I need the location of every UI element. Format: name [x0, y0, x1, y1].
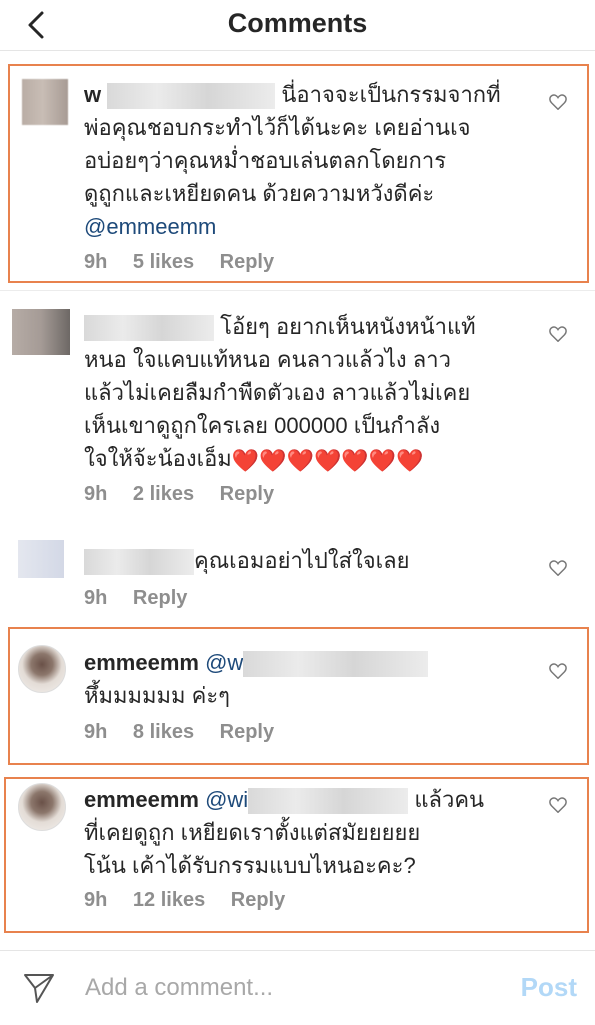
comment-line: นี่อาจจะเป็นกรรมจากที่ [281, 82, 501, 107]
redacted-username [84, 315, 214, 342]
comment-text: คุณเอมอย่าไปใส่ใจเลย [84, 544, 534, 577]
mention-link[interactable]: @emmeemm [84, 210, 534, 243]
heart-icon[interactable] [549, 326, 567, 342]
comment-line: แล้วไม่เคยลืมกำพืดตัวเอง ลาวแล้วไม่เคย [84, 380, 471, 405]
comment-time: 9h [84, 889, 108, 911]
comment-input[interactable]: Add a comment... [85, 974, 273, 1002]
comment-meta: 9h 12 likes Reply [84, 889, 305, 912]
redacted-username [107, 83, 276, 110]
redacted-username [248, 788, 409, 815]
reply-button[interactable]: Reply [220, 721, 274, 743]
comment-line: โน้น เค้าได้รับกรรมแบบไหนอะคะ? [84, 853, 416, 878]
comment-line: ใจให้จ้ะน้องเอ็ม [84, 446, 232, 471]
header: Comments [0, 0, 595, 51]
comment-username[interactable]: emmeemm [84, 787, 199, 812]
comment-meta: 9h Reply [84, 587, 207, 610]
paper-plane-icon[interactable] [22, 971, 56, 1005]
redacted-username [84, 549, 194, 576]
heart-icon[interactable] [549, 663, 567, 679]
comment-line: อบ่อยๆว่าคุณหม่ำชอบเล่นตลกโดยการ [84, 148, 447, 173]
likes-count[interactable]: 12 likes [133, 889, 205, 911]
reply-button[interactable]: Reply [220, 251, 274, 273]
reply-button[interactable]: Reply [133, 587, 187, 609]
comment-line: หนอ ใจแคบแท้หนอ คนลาวแล้วไง ลาว [84, 347, 451, 372]
comment-line: คุณเอมอย่าไปใส่ใจเลย [194, 548, 410, 573]
likes-count[interactable]: 5 likes [133, 251, 194, 273]
page-title: Comments [227, 8, 368, 38]
comment-line: หึ้มมมมมม ค่ะๆ [84, 683, 230, 708]
avatar[interactable] [18, 783, 66, 831]
divider [0, 290, 595, 291]
post-button[interactable]: Post [521, 972, 577, 1003]
comment-username[interactable]: w [84, 82, 101, 107]
comment-composer: Add a comment... Post [0, 950, 595, 1025]
comment-text: emmeemm @wi แล้วคน ที่เคยดูถูก เหยียดเรา… [84, 783, 534, 882]
reply-button[interactable]: Reply [220, 483, 274, 505]
comment-meta: 9h 2 likes Reply [84, 483, 294, 506]
reply-button[interactable]: Reply [231, 889, 285, 911]
comment-line: โอ้ยๆ อยากเห็นหนังหน้าแท้ [220, 314, 476, 339]
heart-icon[interactable] [549, 560, 567, 576]
comment-text: emmeemm @w หึ้มมมมมม ค่ะๆ [84, 646, 534, 712]
comment-text: โอ้ยๆ อยากเห็นหนังหน้าแท้ หนอ ใจแคบแท้หน… [84, 310, 534, 477]
comment-time: 9h [84, 251, 108, 273]
avatar[interactable] [18, 645, 66, 693]
comment-line: เห็นเขาดูถูกใครเลย 000000 เป็นกำลัง [84, 413, 441, 438]
comment-text: w นี่อาจจะเป็นกรรมจากที่ พ่อคุณชอบกระทำไ… [84, 78, 534, 243]
avatar[interactable] [18, 540, 64, 578]
comment-line: ที่เคยดูถูก เหยียดเราตั้งแต่สมัยยยยย [84, 820, 421, 845]
comment-line: ดูถูกและเหยียดคน ด้วยความหวังดีค่ะ [84, 181, 435, 206]
mention-link[interactable]: @w [205, 650, 243, 675]
avatar[interactable] [22, 79, 68, 125]
heart-icon[interactable] [549, 94, 567, 110]
comment-meta: 9h 5 likes Reply [84, 251, 294, 274]
comment-line: แล้วคน [414, 787, 485, 812]
comment-meta: 9h 8 likes Reply [84, 721, 294, 744]
avatar[interactable] [12, 309, 70, 355]
comment-time: 9h [84, 483, 108, 505]
comment-username[interactable]: emmeemm [84, 650, 199, 675]
comment-line: พ่อคุณชอบกระทำไว้ก็ได้นะคะ เคยอ่านเจ [84, 115, 471, 140]
likes-count[interactable]: 2 likes [133, 483, 194, 505]
heart-icon[interactable] [549, 797, 567, 813]
likes-count[interactable]: 8 likes [133, 721, 194, 743]
heart-emojis: ❤️❤️❤️❤️❤️❤️❤️ [231, 447, 424, 473]
comment-time: 9h [84, 721, 108, 743]
mention-link[interactable]: @wi [205, 787, 248, 812]
redacted-username [243, 651, 429, 678]
comment-time: 9h [84, 587, 108, 609]
